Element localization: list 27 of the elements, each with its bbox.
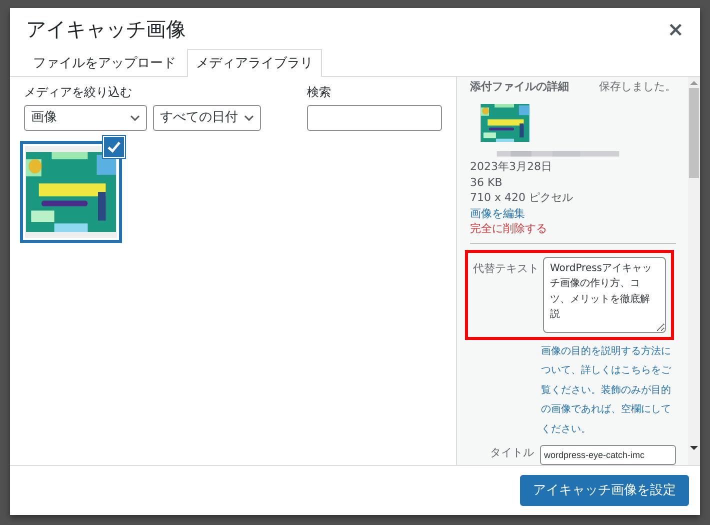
dialog-title: アイキャッチ画像 [26, 16, 186, 43]
search-field[interactable] [307, 105, 442, 131]
chevron-icon [244, 115, 254, 121]
close-button[interactable]: × [663, 19, 688, 39]
search-label: 検索 [307, 84, 332, 101]
title-label: タイトル [489, 445, 534, 461]
set-featured-image-button[interactable]: アイキャッチ画像を設定 [520, 474, 689, 506]
tab[interactable]: ファイルをアップロード [24, 48, 185, 77]
filter-label: メディアを絞り込む [24, 84, 133, 101]
date-select[interactable]: すべての日付 [153, 105, 261, 131]
scroll-thumb[interactable] [689, 88, 699, 178]
alt-text-field[interactable]: WordPressアイキャッチ画像の作り方、コツ、メリットを徹底解説 [543, 256, 666, 332]
alt-text-label: 代替テキスト [473, 260, 537, 276]
file-size: 36 KB [470, 174, 504, 190]
check-icon[interactable] [103, 136, 125, 158]
image-dimensions: 710 x 420 ピクセル [470, 190, 574, 206]
upload-date: 2023年3月28日 [470, 159, 553, 174]
chevron-icon [130, 115, 140, 121]
title-field[interactable]: wordpress-eye-catch-imc [540, 445, 676, 465]
scroll-down-icon[interactable] [690, 445, 698, 451]
saved-status: 保存しました。 [599, 79, 676, 95]
edit-image-link[interactable]: 画像を編集 [470, 206, 676, 220]
details-heading: 添付ファイルの詳細 [470, 79, 569, 95]
alt-text-help: 画像の目的を説明する方法について、詳しくはこちらをご覧ください。装飾のみが目的の画像であれば、空欄にしてください。 [541, 344, 672, 436]
type-select[interactable]: 画像 [24, 105, 147, 131]
delete-link[interactable]: 完全に削除する [470, 220, 676, 236]
tab[interactable]: メディアライブラリ [187, 49, 322, 77]
